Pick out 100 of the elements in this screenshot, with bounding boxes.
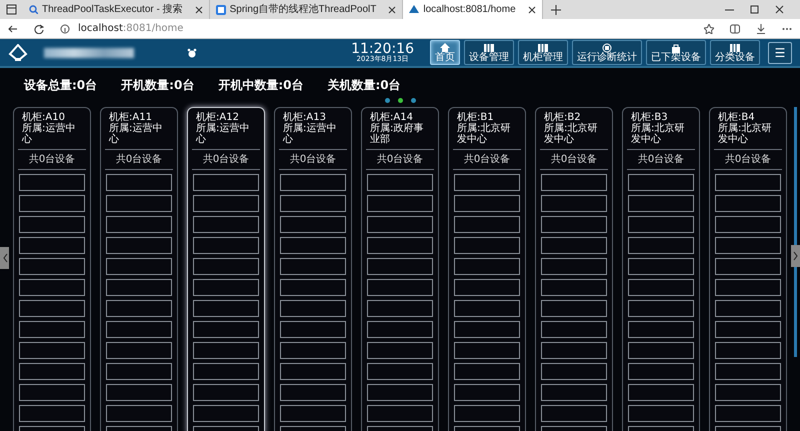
maximize-icon[interactable] [750,5,759,14]
rack-name: 机柜:B1 [457,112,494,123]
empty-slot [106,300,172,317]
empty-slot [541,321,607,338]
rack-card[interactable]: 机柜:A12 所属:运营中心 共0台设备 [187,107,265,431]
empty-slot [19,363,85,380]
split-screen-icon[interactable] [730,24,740,34]
tent-icon [409,5,420,14]
empty-slot [454,237,520,254]
empty-slot [454,195,520,212]
prev-button[interactable] [0,247,9,269]
empty-slot [280,174,346,191]
empty-slot [367,342,433,359]
device-count: 共0台设备 [540,150,608,170]
back-icon[interactable] [8,24,18,34]
empty-slot [541,279,607,296]
rack-card[interactable]: 机柜:A11 所属:运营中心 共0台设备 [100,107,178,431]
nav-button[interactable]: 运行诊断统计 [572,40,642,65]
empty-slot [193,279,259,296]
empty-slot [715,342,781,359]
server-rack-icon [538,42,548,52]
empty-slot [628,300,694,317]
rack-card[interactable]: 机柜:B2 所属:北京研发中心 共0台设备 [535,107,613,431]
rack-owner: 所属:运营中心 [196,123,250,145]
empty-slot [454,321,520,338]
nav-button[interactable]: 已下架设备 [646,40,706,65]
chevron-right-icon [792,251,798,261]
empty-slot [628,216,694,233]
empty-slot [454,384,520,401]
carousel-dot[interactable] [384,98,390,103]
empty-slot [541,237,607,254]
carousel-dot[interactable] [398,98,402,103]
empty-slot [280,195,346,212]
star-icon[interactable] [704,24,714,34]
carousel-dot[interactable] [410,98,416,103]
close-icon[interactable] [528,6,536,14]
empty-slot [280,279,346,296]
empty-slot [628,237,694,254]
nav-button[interactable]: 设备管理 [464,40,514,65]
rack-card[interactable]: 机柜:B3 所属:北京研发中心 共0台设备 [622,107,700,431]
empty-slot [367,405,433,422]
ring-icon [602,42,612,52]
empty-slot [106,216,172,233]
empty-slot [193,363,259,380]
nav-button[interactable]: 分类设备 [710,40,760,65]
next-button[interactable] [791,245,800,267]
empty-slot [715,174,781,191]
tab-actions-icon[interactable] [6,4,17,15]
stat-label: 关机数量:0台 [327,77,401,94]
empty-slot [541,174,607,191]
home-icon [440,42,450,52]
empty-slot [193,405,259,422]
empty-slot [454,174,520,191]
empty-slot [454,405,520,422]
stat-label: 设备总量:0台 [24,77,98,94]
scrollbar[interactable] [794,107,797,357]
rack-card[interactable]: 机柜:A13 所属:运营中心 共0台设备 [274,107,352,431]
server-rack-icon [730,42,740,52]
empty-slot [106,405,172,422]
nav-button[interactable]: 机柜管理 [518,40,568,65]
rack-card[interactable]: 机柜:B1 所属:北京研发中心 共0台设备 [448,107,526,431]
close-icon[interactable] [194,6,203,14]
empty-slot [19,405,85,422]
device-count: 共0台设备 [192,150,260,170]
rack-card[interactable]: 机柜:B4 所属:北京研发中心 共0台设备 [709,107,787,431]
empty-slot [19,195,85,212]
empty-slot [715,300,781,317]
close-icon[interactable] [775,5,784,14]
empty-slot [628,258,694,275]
empty-slot [541,300,607,317]
empty-slot [193,384,259,401]
empty-slot [628,342,694,359]
refresh-icon[interactable] [34,24,44,34]
rack-card[interactable]: 机柜:A10 所属:运营中心 共0台设备 [13,107,91,431]
rack-card[interactable]: 机柜:A14 所属:政府事业部 共0台设备 [361,107,439,431]
new-tab-icon[interactable] [550,4,561,14]
stat-label: 开机中数量:0台 [218,77,304,94]
menu-button[interactable]: ☰ [768,42,792,64]
empty-slot [367,195,433,212]
address-text[interactable]: localhost:8081/home [78,21,184,36]
close-icon[interactable] [388,6,396,14]
search-icon [29,5,38,14]
empty-slot [628,195,694,212]
empty-slot [193,300,259,317]
empty-slot [715,321,781,338]
empty-slot [280,237,346,254]
tab-title: localhost:8081/home [423,3,516,17]
browser-tab[interactable]: localhost:8081/home [403,0,543,19]
empty-slot [193,195,259,212]
empty-slot [454,342,520,359]
rack-name: 机柜:B3 [631,112,668,123]
empty-slot [454,279,520,296]
download-icon[interactable] [756,24,766,34]
info-icon[interactable] [60,24,70,34]
nav-button[interactable]: 首页 [430,40,460,65]
device-count: 共0台设备 [279,150,347,170]
empty-slot [541,384,607,401]
page-icon [216,4,226,14]
server-rack-icon [484,42,494,52]
empty-slot [280,405,346,422]
